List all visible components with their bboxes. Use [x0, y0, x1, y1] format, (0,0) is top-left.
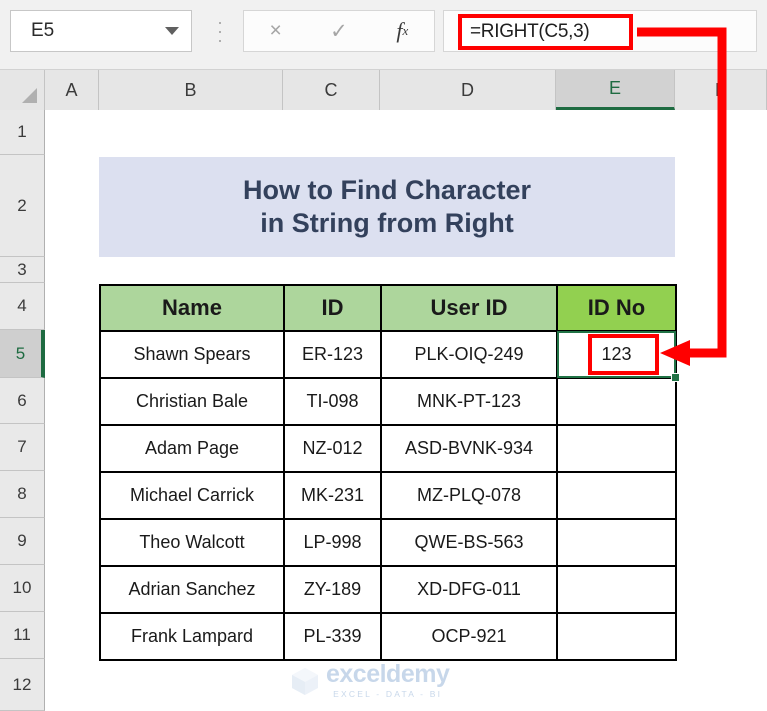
formula-highlight-box: =RIGHT(C5,3)	[458, 14, 633, 50]
table-cell-user-id[interactable]: XD-DFG-011	[380, 565, 558, 614]
row-header-3[interactable]: 3	[0, 257, 45, 283]
corner-triangle-icon	[22, 88, 37, 103]
table-cell-user-id[interactable]: MZ-PLQ-078	[380, 471, 558, 520]
table-cell-user-id[interactable]: PLK-OIQ-249	[380, 330, 558, 379]
column-header-f[interactable]: F	[675, 70, 767, 110]
data-table: Name ID User ID ID No Shawn Spears ER-123 PLK-…	[99, 284, 677, 661]
column-header-b[interactable]: B	[99, 70, 283, 110]
formula-text: =RIGHT(C5,3)	[470, 21, 590, 42]
table-cell-user-id[interactable]: QWE-BS-563	[380, 518, 558, 567]
sheet-title-line-2: in String from Right	[260, 208, 514, 238]
table-row: Frank Lampard PL-339 OCP-921	[99, 612, 677, 661]
table-cell-id-no[interactable]	[556, 565, 677, 614]
table-cell-user-id[interactable]: ASD-BVNK-934	[380, 424, 558, 473]
row-header-1[interactable]: 1	[0, 110, 45, 155]
row-header-9[interactable]: 9	[0, 518, 45, 565]
table-cell-name[interactable]: Christian Bale	[99, 377, 285, 426]
fill-handle[interactable]	[671, 373, 680, 382]
table-row: Adrian Sanchez ZY-189 XD-DFG-011	[99, 565, 677, 614]
column-header-c[interactable]: C	[283, 70, 380, 110]
formula-bar-grip	[218, 22, 222, 42]
table-cell-id[interactable]: ZY-189	[283, 565, 382, 614]
table-row: Michael Carrick MK-231 MZ-PLQ-078	[99, 471, 677, 520]
name-box[interactable]: E5	[10, 10, 192, 52]
table-header-cell[interactable]: Name	[99, 284, 285, 332]
table-cell-id[interactable]: TI-098	[283, 377, 382, 426]
table-cell-id[interactable]: NZ-012	[283, 424, 382, 473]
table-cell-id-no[interactable]	[556, 518, 677, 567]
row-header-4[interactable]: 4	[0, 283, 45, 330]
chevron-down-icon[interactable]	[165, 27, 179, 35]
column-header-d[interactable]: D	[380, 70, 556, 110]
table-cell-id-no[interactable]: 123	[556, 330, 677, 379]
table-row: Shawn Spears ER-123 PLK-OIQ-249 123	[99, 330, 677, 379]
table-cell-id[interactable]: ER-123	[283, 330, 382, 379]
row-header-12[interactable]: 12	[0, 659, 45, 711]
table-cell-name[interactable]: Frank Lampard	[99, 612, 285, 661]
confirm-icon[interactable]: ✓	[317, 11, 361, 51]
table-cell-user-id[interactable]: MNK-PT-123	[380, 377, 558, 426]
watermark: exceldemy EXCEL - DATA - BI	[290, 660, 450, 699]
sheet-title-line-1: How to Find Character	[242, 175, 532, 206]
table-cell-id-no[interactable]	[556, 612, 677, 661]
row-header-8[interactable]: 8	[0, 471, 45, 518]
table-row: Theo Walcott LP-998 QWE-BS-563	[99, 518, 677, 567]
table-cell-name[interactable]: Adrian Sanchez	[99, 565, 285, 614]
table-cell-id-no[interactable]	[556, 424, 677, 473]
row-header-2[interactable]: 2	[0, 155, 45, 257]
row-header-column: 1 2 3 4 5 6 7 8 9 10 11 12	[0, 110, 45, 711]
table-header-row: Name ID User ID ID No	[99, 284, 677, 332]
table-cell-name[interactable]: Shawn Spears	[99, 330, 285, 379]
table-cell-id-no[interactable]	[556, 471, 677, 520]
table-cell-user-id[interactable]: OCP-921	[380, 612, 558, 661]
row-header-7[interactable]: 7	[0, 424, 45, 471]
table-cell-name[interactable]: Theo Walcott	[99, 518, 285, 567]
watermark-brand: exceldemy	[326, 660, 450, 688]
table-cell-id[interactable]: PL-339	[283, 612, 382, 661]
row-header-11[interactable]: 11	[0, 612, 45, 659]
column-header-e[interactable]: E	[556, 70, 675, 110]
exceldemy-logo-icon	[290, 666, 320, 696]
table-cell-id[interactable]: LP-998	[283, 518, 382, 567]
table-cell-name[interactable]: Adam Page	[99, 424, 285, 473]
table-cell-id[interactable]: MK-231	[283, 471, 382, 520]
cancel-icon[interactable]: ×	[254, 11, 298, 51]
table-cell-name[interactable]: Michael Carrick	[99, 471, 285, 520]
table-header-cell[interactable]: ID No	[556, 284, 677, 332]
row-header-5[interactable]: 5	[0, 330, 45, 378]
table-header-cell[interactable]: ID	[283, 284, 382, 332]
formula-bar-strip: E5 × ✓ fx =RIGHT(C5,3)	[0, 0, 767, 70]
table-cell-id-no[interactable]	[556, 377, 677, 426]
table-header-cell[interactable]: User ID	[380, 284, 558, 332]
name-box-value: E5	[31, 20, 55, 41]
sheet-title-banner: How to Find Character in String from Rig…	[99, 157, 675, 257]
insert-function-icon[interactable]: fx	[380, 11, 424, 51]
row-header-6[interactable]: 6	[0, 378, 45, 424]
column-header-row: A B C D E F	[0, 70, 767, 110]
row-header-10[interactable]: 10	[0, 565, 45, 612]
formula-bar-buttons: × ✓ fx	[243, 10, 435, 52]
column-header-a[interactable]: A	[45, 70, 99, 110]
table-row: Adam Page NZ-012 ASD-BVNK-934	[99, 424, 677, 473]
select-all-corner[interactable]	[0, 70, 45, 110]
watermark-tagline: EXCEL - DATA - BI	[333, 689, 443, 699]
table-row: Christian Bale TI-098 MNK-PT-123	[99, 377, 677, 426]
